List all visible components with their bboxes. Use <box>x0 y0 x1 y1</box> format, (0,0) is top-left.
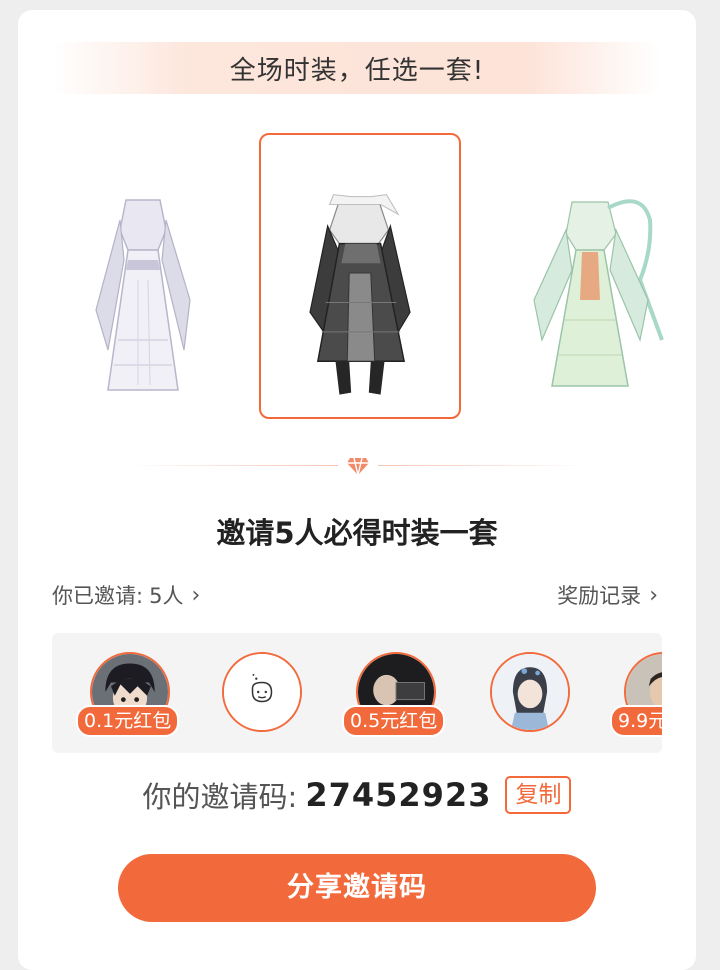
invite-code-row: 你的邀请码: 27452923 复制 <box>18 772 696 818</box>
reward-badge: 0.1元红包 <box>76 705 180 737</box>
anime-girl-avatar-image <box>492 654 568 730</box>
invited-count-link[interactable]: 你已邀请: 5人 › <box>52 580 200 610</box>
invite-card: 全场时装，任选一套! 邀请5人必得时装一套 你已邀请: 5人 › 奖励记录 › … <box>18 10 696 970</box>
invited-label: 你已邀请: <box>52 584 144 608</box>
reward-badge: 9.9元红包 <box>610 705 662 737</box>
invite-code-value: 27452923 <box>305 776 492 814</box>
reward-records-label: 奖励记录 <box>557 584 642 608</box>
invitee-avatar-strip[interactable]: 0.1元红包 0.5元红包 9.9元 <box>52 633 662 753</box>
invitee-avatar-2[interactable] <box>222 652 302 732</box>
promo-banner: 全场时装，任选一套! <box>54 42 660 94</box>
outfit-option-green[interactable] <box>512 190 672 400</box>
reward-records-link[interactable]: 奖励记录 › <box>557 580 658 610</box>
reward-badge: 0.5元红包 <box>342 705 446 737</box>
black-armor-robe-image <box>309 194 411 395</box>
promo-banner-text: 全场时装，任选一套! <box>229 55 485 86</box>
outfit-option-white[interactable] <box>88 190 198 400</box>
chevron-right-icon: › <box>649 582 658 608</box>
invited-count: 5人 <box>149 584 184 608</box>
copy-button[interactable]: 复制 <box>505 776 572 814</box>
invite-goal-title: 邀请5人必得时装一套 <box>216 516 498 550</box>
invitee-avatar-4[interactable] <box>490 652 570 732</box>
section-divider <box>128 456 588 476</box>
chevron-right-icon: › <box>191 582 201 608</box>
invite-code-label: 你的邀请码: <box>142 780 298 814</box>
outfit-option-black-selected[interactable] <box>259 133 461 419</box>
diamond-icon <box>347 457 369 476</box>
default-face-avatar-image <box>224 654 300 730</box>
share-invite-code-button[interactable]: 分享邀请码 <box>118 854 596 922</box>
green-flowing-dress-image <box>533 199 664 387</box>
white-hanfu-dress-image <box>95 199 191 391</box>
